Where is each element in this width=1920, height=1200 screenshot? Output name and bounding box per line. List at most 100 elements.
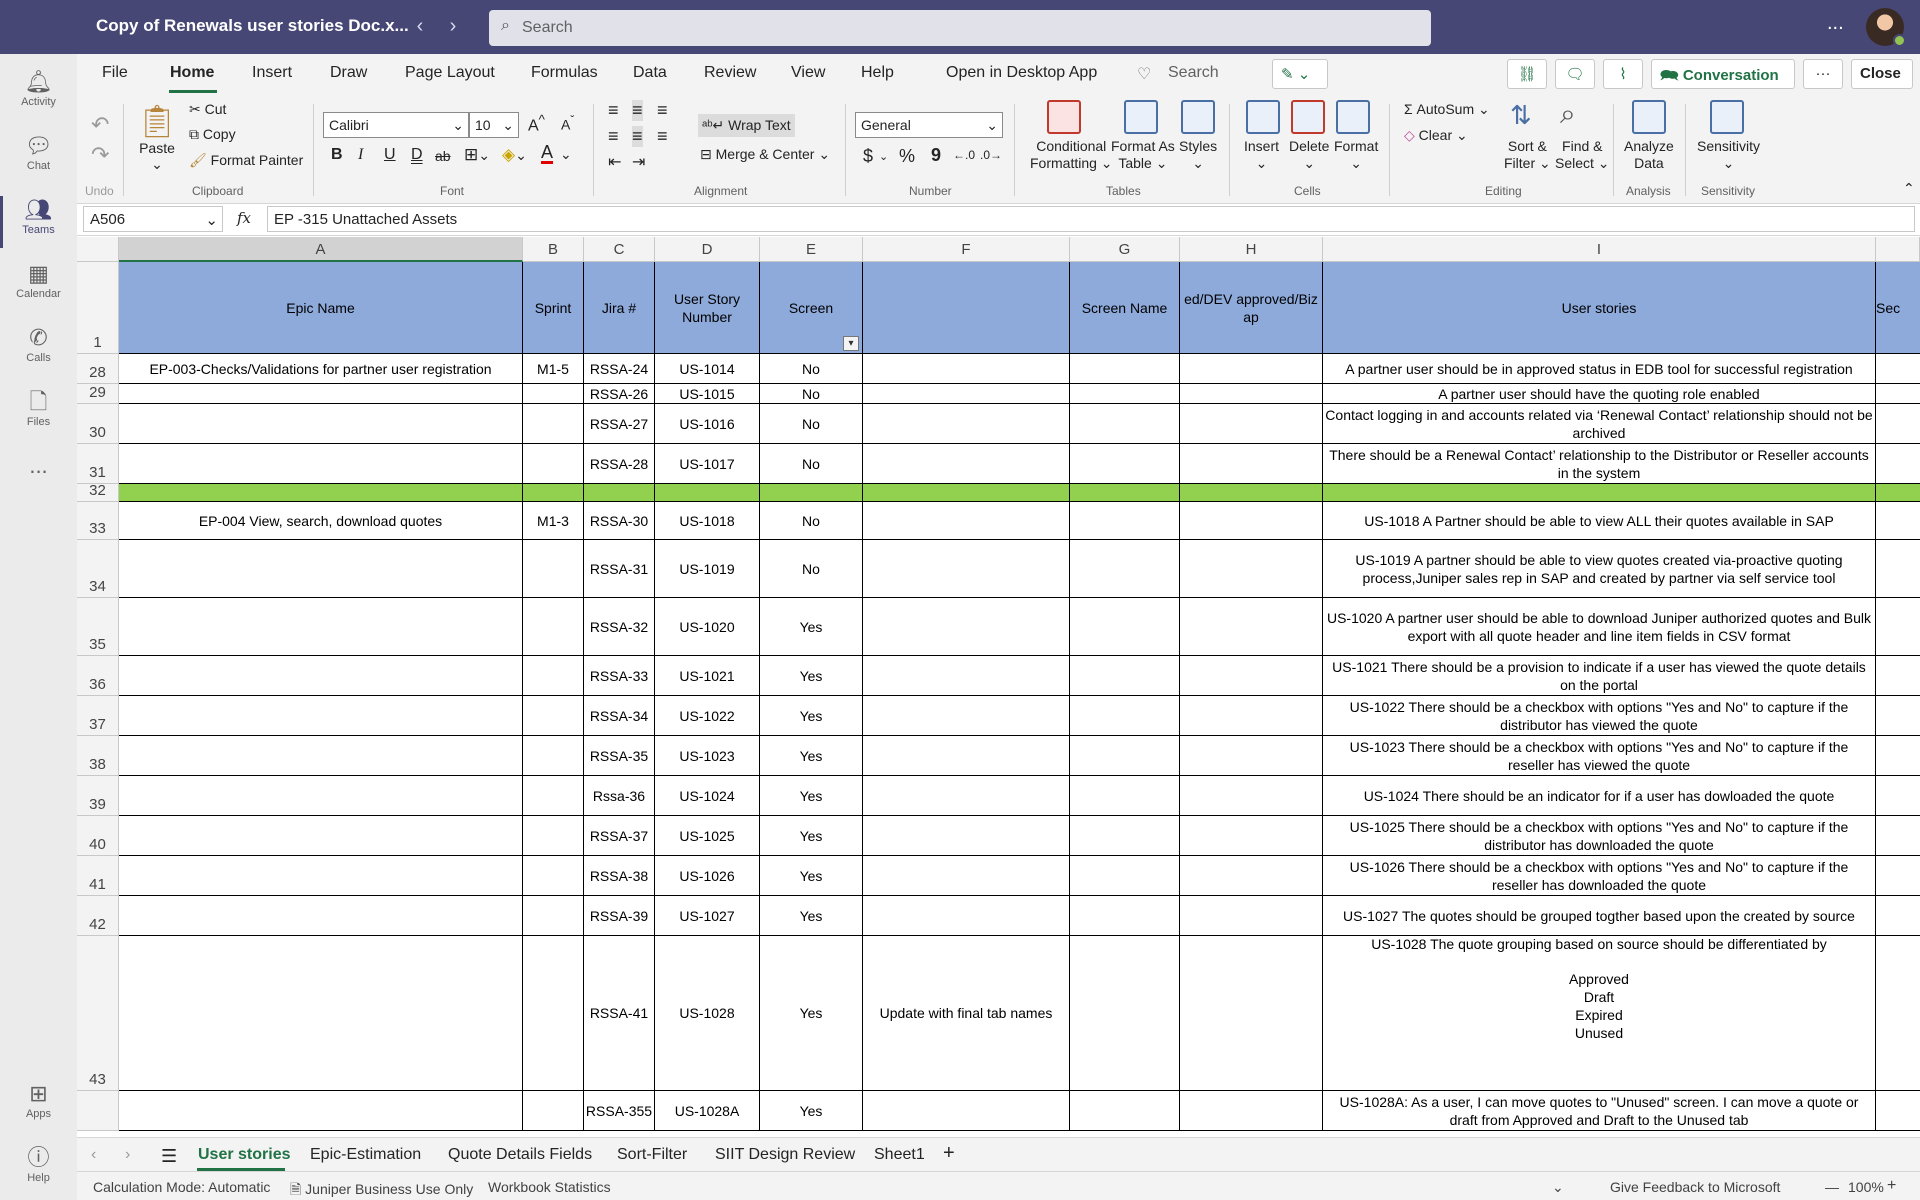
- column-header-c[interactable]: C: [584, 237, 655, 262]
- cell-styles-button[interactable]: Styles ⌄: [1179, 138, 1217, 172]
- double-underline-button[interactable]: D: [411, 146, 423, 164]
- cell-d[interactable]: US-1016: [655, 404, 760, 444]
- cell-g[interactable]: [1070, 502, 1180, 540]
- tell-me-search[interactable]: Search: [1168, 64, 1219, 82]
- cell-i[interactable]: [1323, 484, 1876, 502]
- cell-a[interactable]: EP-004 View, search, download quotes: [119, 502, 523, 540]
- cell-f[interactable]: [863, 540, 1070, 598]
- cell-h[interactable]: [1180, 736, 1323, 776]
- rail-help[interactable]: ⓘ Help: [0, 1140, 77, 1200]
- cell-a[interactable]: [119, 856, 523, 896]
- add-sheet-icon[interactable]: +: [943, 1142, 955, 1165]
- back-arrow-icon[interactable]: ‹: [409, 15, 431, 37]
- decrease-indent-icon[interactable]: ⇤: [608, 152, 621, 172]
- cell-c[interactable]: RSSA-37: [584, 816, 655, 856]
- cell-g[interactable]: [1070, 484, 1180, 502]
- row-header[interactable]: 38: [77, 736, 119, 776]
- cell-a[interactable]: [119, 384, 523, 404]
- cell-d[interactable]: US-1020: [655, 598, 760, 656]
- copy-button[interactable]: ⧉ Copy: [189, 126, 236, 143]
- cell-h[interactable]: [1180, 354, 1323, 384]
- cell-h[interactable]: [1180, 936, 1323, 1091]
- more-options-icon[interactable]: ...: [1827, 12, 1844, 35]
- rail-apps[interactable]: ⊞ Apps: [0, 1076, 77, 1138]
- cell-e[interactable]: Yes: [760, 856, 863, 896]
- sheet-tab-user-stories[interactable]: User stories: [198, 1146, 291, 1164]
- cell-c[interactable]: RSSA-41: [584, 936, 655, 1091]
- row-header[interactable]: 32: [77, 482, 119, 502]
- sensitivity-label[interactable]: 🗎 Juniper Business Use Only: [290, 1179, 473, 1200]
- increase-font-icon[interactable]: A^: [528, 112, 545, 135]
- cell-a[interactable]: [119, 816, 523, 856]
- cell-j[interactable]: [1876, 936, 1920, 1091]
- column-header-j[interactable]: [1876, 237, 1920, 262]
- cell-b[interactable]: [523, 540, 584, 598]
- cell-j[interactable]: [1876, 354, 1920, 384]
- select-all-corner[interactable]: [77, 237, 119, 262]
- search-box[interactable]: ⌕ Search: [489, 10, 1431, 46]
- row-header[interactable]: 35: [77, 598, 119, 656]
- cell-h[interactable]: [1180, 404, 1323, 444]
- tab-insert[interactable]: Insert: [252, 64, 292, 82]
- rail-calls[interactable]: ✆ Calls: [0, 320, 77, 382]
- scroll-tabs-left-icon[interactable]: ‹: [91, 1146, 96, 1164]
- cell-f[interactable]: [863, 896, 1070, 936]
- sheet-tab-sort-filter[interactable]: Sort-Filter: [617, 1146, 687, 1164]
- cell-d[interactable]: US-1021: [655, 656, 760, 696]
- row-header[interactable]: 28: [77, 354, 119, 384]
- cut-button[interactable]: ✂ Cut: [189, 101, 226, 118]
- cell-g[interactable]: [1070, 1091, 1180, 1131]
- find-select-button[interactable]: Find & Select ⌄: [1555, 138, 1610, 172]
- format-cells-button[interactable]: Format ⌄: [1334, 138, 1378, 172]
- cell-f[interactable]: [863, 696, 1070, 736]
- cell-b[interactable]: [523, 856, 584, 896]
- cell-b[interactable]: M1-5: [523, 354, 584, 384]
- cell-a[interactable]: [119, 696, 523, 736]
- autosum-button[interactable]: Σ AutoSum ⌄: [1404, 101, 1490, 118]
- cell-b[interactable]: [523, 1091, 584, 1131]
- share-link-button[interactable]: ⛓: [1507, 59, 1547, 89]
- cell-j[interactable]: [1876, 736, 1920, 776]
- forward-arrow-icon[interactable]: ›: [442, 15, 464, 37]
- cell-i[interactable]: US-1024 There should be an indicator for…: [1323, 776, 1876, 816]
- tab-home[interactable]: Home: [170, 64, 214, 82]
- clear-button[interactable]: ◇ Clear ⌄: [1404, 127, 1468, 144]
- cell-d[interactable]: US-1025: [655, 816, 760, 856]
- sort-filter-button[interactable]: Sort & Filter ⌄: [1504, 138, 1551, 172]
- row-header[interactable]: 39: [77, 776, 119, 816]
- cell-i[interactable]: US-1028 The quote grouping based on sour…: [1323, 936, 1876, 1091]
- align-right-icon[interactable]: ≡: [657, 126, 668, 147]
- cell-g[interactable]: [1070, 816, 1180, 856]
- font-color-icon[interactable]: A: [541, 143, 554, 164]
- row-header[interactable]: 33: [77, 502, 119, 540]
- cell-g[interactable]: [1070, 736, 1180, 776]
- column-header-f[interactable]: F: [863, 237, 1070, 262]
- cell-e[interactable]: Yes: [760, 776, 863, 816]
- name-box[interactable]: A506 ⌄: [83, 206, 223, 232]
- cell-f[interactable]: [863, 354, 1070, 384]
- cell-a[interactable]: [119, 598, 523, 656]
- cell-i[interactable]: A partner user should be in approved sta…: [1323, 354, 1876, 384]
- scroll-tabs-right-icon[interactable]: ›: [125, 1146, 130, 1164]
- cell-e[interactable]: No: [760, 502, 863, 540]
- cell-b[interactable]: [523, 816, 584, 856]
- header-cell[interactable]: Sprint: [523, 262, 584, 354]
- cell-g[interactable]: [1070, 656, 1180, 696]
- increase-decimal-icon[interactable]: ←.0: [953, 148, 975, 162]
- cell-b[interactable]: [523, 656, 584, 696]
- cell-j[interactable]: [1876, 776, 1920, 816]
- row-header[interactable]: 29: [77, 384, 119, 404]
- cell-g[interactable]: [1070, 936, 1180, 1091]
- sensitivity-button[interactable]: Sensitivity ⌄: [1697, 138, 1760, 172]
- redo-icon[interactable]: ↷: [91, 142, 109, 168]
- cell-e[interactable]: Yes: [760, 936, 863, 1091]
- row-header[interactable]: 37: [77, 696, 119, 736]
- chevron-down-icon[interactable]: ⌄: [560, 146, 572, 163]
- delete-cells-button[interactable]: Delete ⌄: [1289, 138, 1329, 172]
- cell-i[interactable]: US-1020 A partner user should be able to…: [1323, 598, 1876, 656]
- tab-file[interactable]: File: [102, 64, 128, 82]
- cell-c[interactable]: RSSA-27: [584, 404, 655, 444]
- zoom-level[interactable]: 100%: [1848, 1179, 1884, 1195]
- header-cell[interactable]: Jira #: [584, 262, 655, 354]
- cell-f[interactable]: [863, 776, 1070, 816]
